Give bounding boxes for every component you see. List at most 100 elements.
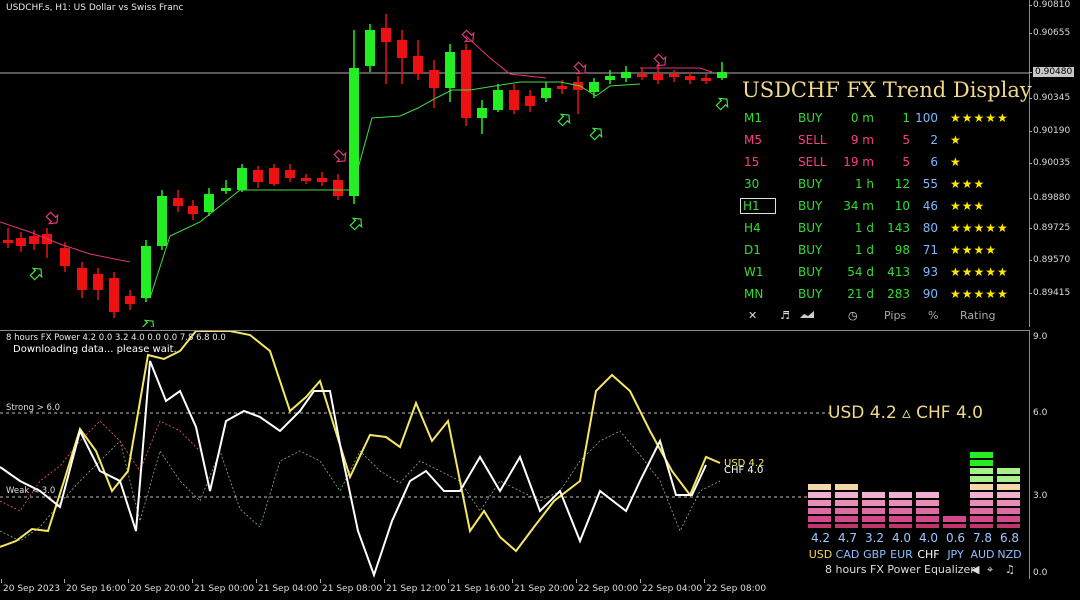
duration-label: 1 d [854, 221, 874, 235]
candle [701, 74, 711, 84]
percent-value: 100 [915, 111, 938, 125]
time-label: 21 Sep 08:00 [322, 584, 383, 594]
power-headline: USD 4.2 ▵ CHF 4.0 [828, 403, 983, 423]
pips-value: 10 [894, 199, 910, 213]
duration-label: 9 m [850, 133, 874, 147]
time-label: 21 Sep 20:00 [514, 584, 575, 594]
price-tick: 0.90035 [1028, 158, 1071, 168]
star-rating: ★★★ [950, 199, 986, 213]
trend-display-title: USDCHF FX Trend Display [742, 78, 1032, 102]
equalizer-value: 4.7 [837, 531, 858, 545]
candle [397, 30, 407, 84]
percent-header: % [928, 309, 939, 322]
star-rating: ★★★ [950, 177, 986, 191]
pips-value: 12 [894, 177, 910, 191]
timeframe-label[interactable]: D1 [744, 243, 774, 257]
candle [349, 30, 359, 204]
trend-row: M5 SELL 9 m 5 2 ★ [744, 133, 1026, 151]
sell-arrow-icon [45, 211, 59, 225]
equalizer-bar [835, 484, 858, 528]
price-tick: 0.89570 [1028, 255, 1071, 265]
currency-label[interactable]: JPY [942, 548, 969, 561]
currency-label[interactable]: AUD [969, 548, 996, 561]
price-tick: 0.90655 [1028, 28, 1071, 38]
timeframe-label[interactable]: W1 [744, 265, 774, 279]
candle [493, 84, 503, 112]
time-tick [320, 579, 321, 583]
time-label: 20 Sep 16:00 [66, 584, 127, 594]
timeframe-label[interactable]: M5 [744, 133, 774, 147]
candle [141, 240, 151, 302]
scale-tick-6: 6.0 [1033, 408, 1048, 418]
timeframe-label[interactable]: M1 [744, 111, 774, 125]
candle [125, 290, 135, 310]
candle [237, 164, 247, 192]
currency-label[interactable]: CAD [834, 548, 861, 561]
timeframe-label[interactable]: H1 [740, 198, 776, 214]
chf-line-label: CHF 4.0 [724, 465, 764, 476]
chart-title: USDCHF.s, H1: US Dollar vs Swiss Franc [6, 3, 184, 13]
crosshair-icon[interactable]: ⌖ [987, 563, 993, 577]
time-tick [64, 579, 65, 583]
candle [109, 272, 119, 318]
pips-value: 5 [902, 155, 910, 169]
period-selector[interactable]: 8 hours [825, 563, 866, 576]
trail-down-line [465, 35, 547, 79]
gbp-line [0, 430, 721, 542]
fx-power-label: FX Power [870, 563, 921, 576]
currency-label[interactable]: GBP [861, 548, 888, 561]
candle [605, 70, 615, 84]
scale-tick-0: 0.0 [1033, 568, 1048, 578]
scale-tick-3: 3.0 [1033, 491, 1048, 501]
star-rating: ★ [950, 155, 962, 169]
candle [188, 200, 198, 220]
sell-arrow-icon [461, 29, 475, 43]
currency-label[interactable]: EUR [888, 548, 915, 561]
candle [16, 232, 26, 252]
duration-label: 19 m [843, 155, 874, 169]
candle [285, 164, 295, 182]
trend-row: H4 BUY 1 d 143 80 ★★★★★ [744, 221, 1026, 239]
candle [221, 180, 231, 194]
timeframe-label[interactable]: H4 [744, 221, 774, 235]
pips-value: 283 [887, 287, 910, 301]
rating-header: Rating [960, 309, 996, 322]
equalizer-label: Equalizer [924, 563, 975, 576]
equalizer-bar [916, 492, 939, 528]
time-tick [640, 579, 641, 583]
currency-label[interactable]: CHF [915, 548, 942, 561]
timeframe-label[interactable]: MN [744, 287, 774, 301]
trend-row: D1 BUY 1 d 98 71 ★★★★ [744, 243, 1026, 261]
candle [157, 190, 167, 250]
close-icon[interactable]: ✕ [748, 309, 757, 322]
timeframe-label[interactable]: 30 [744, 177, 774, 191]
trail-down-line [640, 67, 713, 73]
price-tick: 0.90480 [1028, 67, 1075, 77]
time-label: 22 Sep 00:00 [578, 584, 639, 594]
candle [365, 24, 375, 72]
time-tick [1, 579, 2, 583]
candle [573, 76, 583, 114]
candle [509, 84, 519, 114]
equalizer-value: 6.8 [999, 531, 1020, 545]
buy-arrow-icon [589, 127, 603, 141]
sound-icon[interactable]: ♬ [780, 309, 790, 322]
percent-value: 55 [922, 177, 938, 191]
music-icon[interactable]: ♫ [1005, 563, 1015, 576]
currency-label[interactable]: USD [807, 548, 834, 561]
percent-value: 46 [922, 199, 938, 213]
trend-row: W1 BUY 54 d 413 93 ★★★★★ [744, 265, 1026, 283]
percent-value: 90 [922, 287, 938, 301]
equalizer-value: 0.6 [945, 531, 966, 545]
price-tick: 0.90345 [1028, 93, 1071, 103]
percent-value: 93 [922, 265, 938, 279]
equalizer-bar [889, 492, 912, 528]
timeframe-label[interactable]: 15 [744, 155, 774, 169]
candle [29, 230, 39, 250]
chart-icon[interactable] [800, 309, 814, 319]
strong-level-label: Strong > 6.0 [6, 403, 61, 413]
equalizer-value: 4.0 [918, 531, 939, 545]
currency-label[interactable]: NZD [996, 548, 1023, 561]
arrow-left-icon[interactable]: ◀ [971, 563, 979, 576]
clock-icon[interactable]: ◷ [848, 309, 858, 322]
